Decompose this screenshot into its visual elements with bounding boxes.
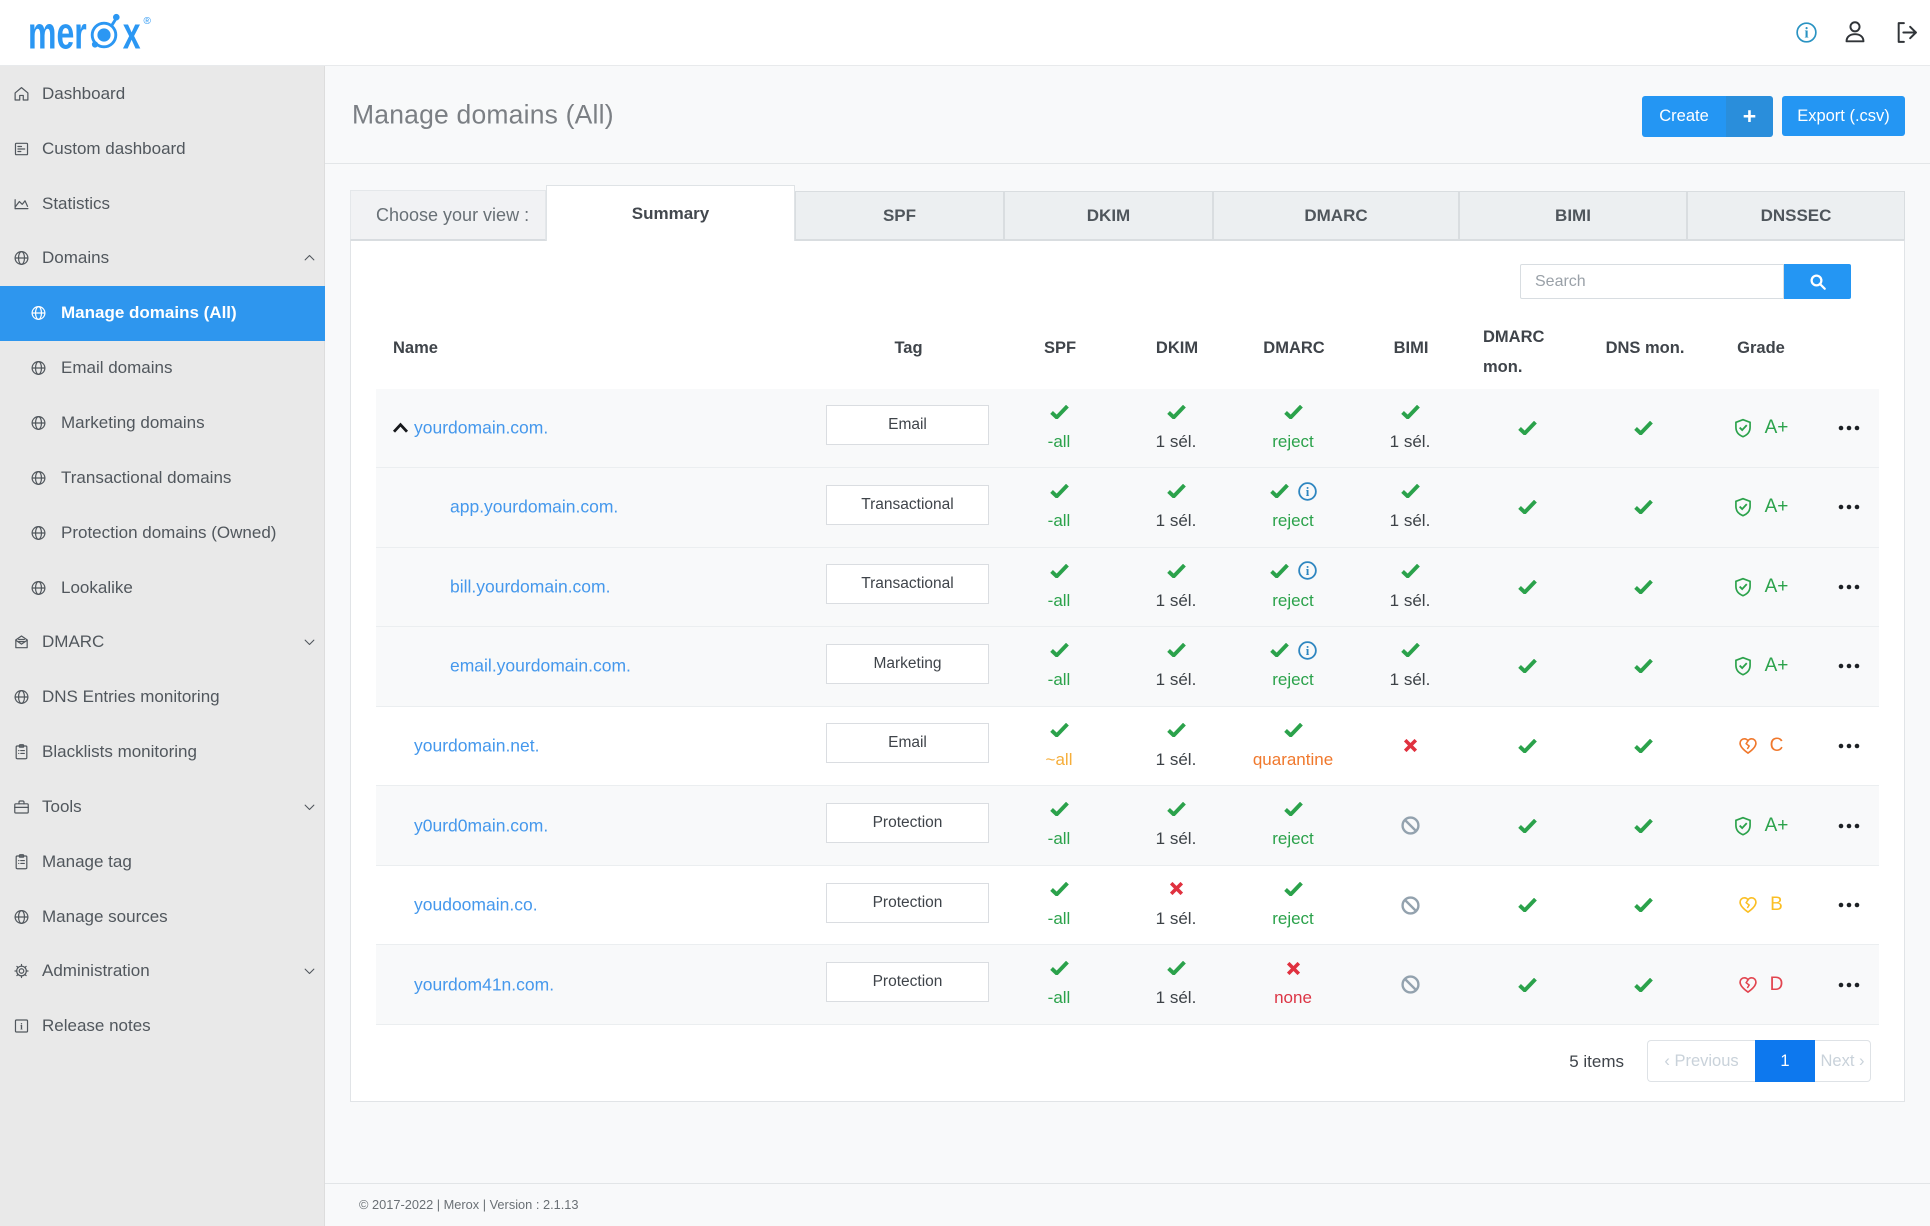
svg-text:i: i (20, 1022, 23, 1033)
svg-text:i: i (1305, 644, 1309, 658)
svg-text:i: i (1804, 26, 1808, 42)
svg-text:i: i (1305, 564, 1309, 578)
svg-text:i: i (1305, 484, 1309, 498)
